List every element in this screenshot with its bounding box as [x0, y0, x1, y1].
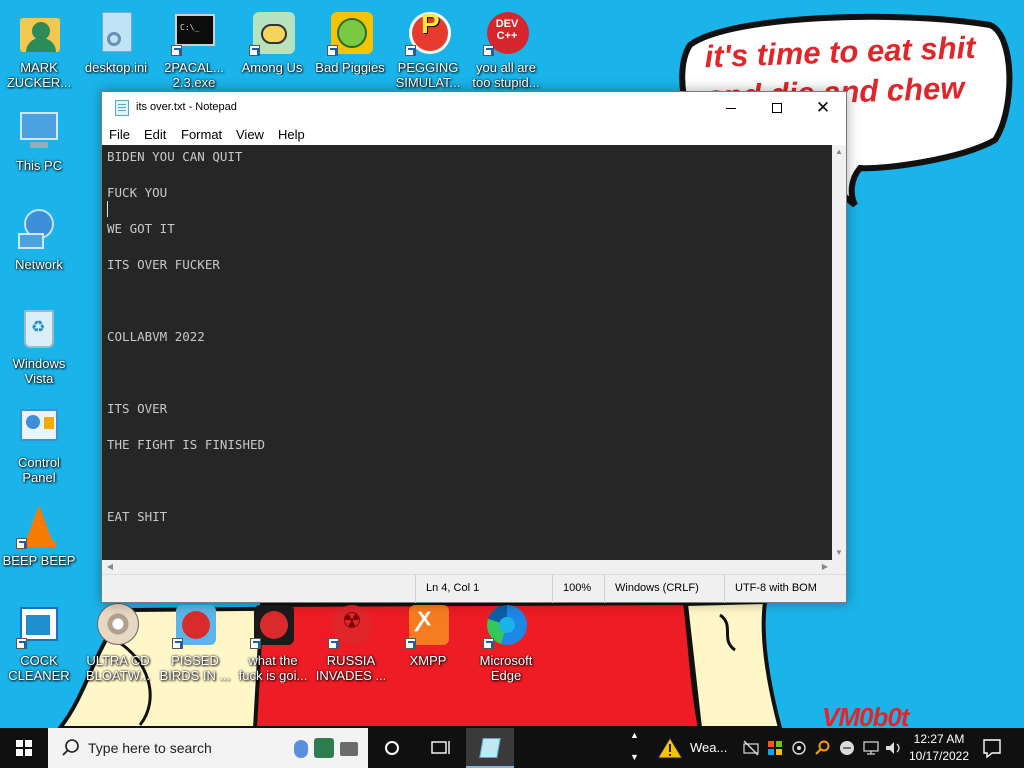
search-box[interactable]: Type here to search	[48, 728, 368, 768]
status-line-ending: Windows (CRLF)	[604, 575, 724, 603]
task-view-icon	[431, 741, 450, 754]
notification-center-button[interactable]	[976, 728, 1008, 768]
editor-content: BIDEN YOU CAN QUIT FUCK YOU WE GOT IT IT…	[107, 149, 266, 524]
app-window-icon	[16, 603, 62, 649]
user-folder-icon	[16, 10, 62, 56]
desktop-icon-russia-invades[interactable]: ☢ RUSSIA INVADES ...	[313, 603, 389, 683]
taskbar: Type here to search ▲ ▼ Wea... 12:27 AM …	[0, 728, 1024, 768]
desktop-icon-beep-beep[interactable]: BEEP BEEP	[1, 503, 77, 568]
menu-edit[interactable]: Edit	[144, 127, 166, 142]
taskbar-notepad-button[interactable]	[466, 728, 514, 768]
volume-icon[interactable]	[884, 739, 904, 757]
windows-logo-icon	[16, 740, 32, 756]
scroll-up-icon[interactable]: ▲	[834, 147, 844, 157]
desktop-icon-cock-cleaner[interactable]: COCK CLEANER	[1, 603, 77, 683]
search-highlight-icon	[292, 736, 362, 760]
status-circle-icon[interactable]	[838, 739, 856, 757]
console-app-icon: C:\_	[171, 10, 217, 56]
desktop-icon-ultra-cd[interactable]: ULTRA CD BLOATW...	[80, 603, 156, 683]
search-key-icon[interactable]	[814, 739, 832, 757]
vertical-scrollbar[interactable]: ▲ ▼	[832, 145, 846, 560]
text-caret	[107, 201, 108, 217]
angry-bird-icon	[172, 603, 218, 649]
network-off-icon[interactable]	[742, 739, 760, 757]
desktop-icon-this-pc[interactable]: This PC	[1, 108, 77, 173]
menu-view[interactable]: View	[236, 127, 264, 142]
meet-now-icon[interactable]	[790, 739, 808, 757]
warning-icon	[657, 737, 683, 759]
game-icon: P	[405, 10, 451, 56]
window-title: its over.txt - Notepad	[136, 101, 237, 113]
clock[interactable]: 12:27 AM 10/17/2022	[906, 728, 972, 768]
notepad-icon	[115, 100, 129, 116]
desktop-icon-xmpp[interactable]: ꭗ XMPP	[390, 603, 466, 668]
scroll-right-icon[interactable]: ▶	[820, 562, 830, 572]
chevron-down-icon: ▼	[630, 752, 639, 762]
desktop-icon-what-the[interactable]: what the fuck is goi...	[235, 603, 311, 683]
desktop-icon-among-us[interactable]: Among Us	[234, 10, 310, 75]
game-icon	[249, 10, 295, 56]
tray-scroll-arrows[interactable]: ▲ ▼	[628, 728, 642, 768]
desktop-icon-mark-zucker[interactable]: MARK ZUCKER...	[1, 10, 77, 90]
weather-widget[interactable]: Wea...	[652, 728, 732, 768]
desktop-icon-dev-cpp[interactable]: DEV C++ you all are too stupid...	[468, 10, 544, 90]
clock-date: 10/17/2022	[908, 749, 970, 763]
scroll-left-icon[interactable]: ◀	[105, 562, 115, 572]
settings-file-icon	[93, 10, 139, 56]
minimize-button[interactable]	[708, 92, 754, 123]
computer-icon	[16, 108, 62, 154]
network-icon	[16, 207, 62, 253]
desktop-icon-2pacal[interactable]: C:\_ 2PACAL... 2.3.exe	[156, 10, 232, 90]
task-view-button[interactable]	[416, 728, 464, 768]
recycle-bin-icon: ♻	[16, 306, 62, 352]
wallpaper-signature: VM0b0t	[822, 702, 909, 728]
status-encoding: UTF-8 with BOM	[724, 575, 846, 603]
angry-bird-icon	[250, 603, 296, 649]
vlc-cone-icon	[16, 503, 62, 549]
desktop-icon-windows-vista[interactable]: ♻ Windows Vista	[1, 306, 77, 386]
desktop-icon-microsoft-edge[interactable]: Microsoft Edge	[468, 603, 544, 683]
status-zoom: 100%	[552, 575, 604, 603]
notepad-window[interactable]: its over.txt - Notepad ✕ File Edit Forma…	[101, 91, 847, 603]
desktop-icon-control-panel[interactable]: Control Panel	[1, 405, 77, 485]
radiation-icon: ☢	[328, 603, 374, 649]
horizontal-scrollbar[interactable]: ◀ ▶	[102, 560, 846, 574]
desktop-icon-pissed-birds[interactable]: PISSED BIRDS IN ...	[157, 603, 233, 683]
network-icon[interactable]	[862, 739, 880, 757]
maximize-icon	[772, 103, 782, 114]
text-editor[interactable]: BIDEN YOU CAN QUIT FUCK YOU WE GOT IT IT…	[102, 145, 832, 560]
chevron-up-icon: ▲	[630, 730, 639, 740]
start-button[interactable]	[0, 728, 48, 768]
status-position: Ln 4, Col 1	[415, 575, 551, 603]
desktop-icon-network[interactable]: Network	[1, 207, 77, 272]
notification-icon	[983, 739, 1001, 759]
dev-cpp-icon: DEV C++	[483, 10, 529, 56]
status-bar: Ln 4, Col 1 100% Windows (CRLF) UTF-8 wi…	[102, 574, 846, 603]
close-icon: ✕	[815, 98, 831, 117]
notepad-icon	[479, 738, 501, 758]
game-icon	[327, 10, 373, 56]
close-button[interactable]: ✕	[800, 92, 846, 123]
menu-format[interactable]: Format	[181, 127, 222, 142]
windows-flag-icon[interactable]	[766, 739, 784, 757]
edge-icon	[483, 603, 529, 649]
menu-bar: File Edit Format View Help	[102, 123, 846, 145]
control-panel-icon	[16, 405, 62, 451]
notepad-titlebar[interactable]: its over.txt - Notepad ✕	[102, 92, 846, 123]
cd-disc-icon	[95, 603, 141, 649]
desktop-icon-pegging-simulat[interactable]: P PEGGING SIMULAT...	[390, 10, 466, 91]
minimize-icon	[726, 107, 736, 109]
xampp-icon: ꭗ	[405, 603, 451, 649]
menu-file[interactable]: File	[109, 127, 130, 142]
desktop-icon-desktop-ini[interactable]: desktop.ini	[78, 10, 154, 75]
menu-help[interactable]: Help	[278, 127, 305, 142]
search-placeholder: Type here to search	[88, 740, 212, 756]
scroll-down-icon[interactable]: ▼	[834, 548, 844, 558]
maximize-button[interactable]	[754, 92, 800, 123]
desktop-icon-bad-piggies[interactable]: Bad Piggies	[312, 10, 388, 75]
cortana-button[interactable]	[368, 728, 416, 768]
clock-time: 12:27 AM	[913, 732, 965, 746]
weather-text: Wea...	[690, 740, 728, 755]
cortana-icon	[385, 741, 399, 755]
